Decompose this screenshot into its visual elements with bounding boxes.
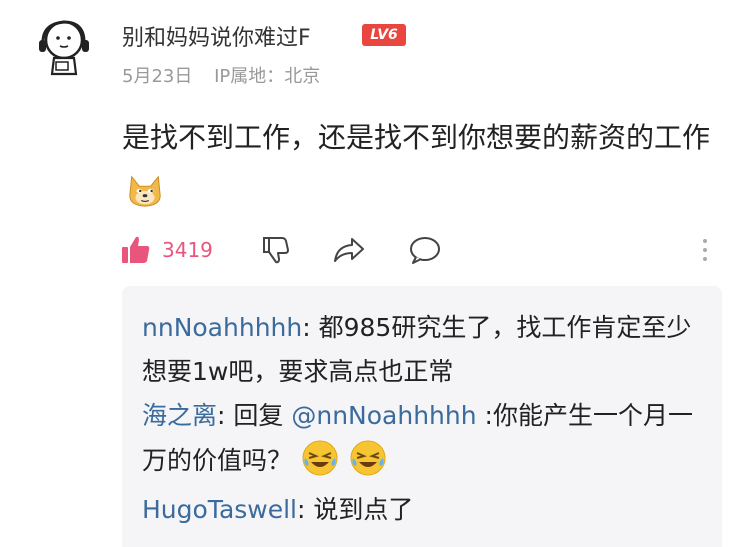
reply-author[interactable]: nnNoahhhhh — [142, 313, 302, 342]
level-badge: LV6 — [362, 24, 406, 46]
more-options-button[interactable] — [700, 230, 710, 270]
reply-prefix: : 回复 — [217, 401, 292, 430]
reply-item[interactable]: nnNoahhhhh: 都985研究生了，找工作肯定至少想要1w吧，要求高点也正… — [142, 306, 702, 394]
laugh-cry-emoji-icon — [302, 440, 338, 476]
reply-author[interactable]: 海之离 — [142, 401, 217, 430]
avatar-cartoon-icon — [39, 20, 89, 76]
thumbs-up-icon — [122, 236, 150, 263]
reply-preview-box[interactable]: nnNoahhhhh: 都985研究生了，找工作肯定至少想要1w吧，要求高点也正… — [122, 286, 722, 547]
post-meta: 5月23日 IP属地：北京 — [122, 62, 336, 88]
post-date: 5月23日 — [122, 66, 193, 87]
reply-item[interactable]: 海之离: 回复 @nnNoahhhhh :你能产生一个月一万的价值吗？ — [142, 394, 702, 483]
reply-item[interactable]: HugoTaswell: 说到点了 — [142, 488, 702, 532]
dislike-button[interactable] — [260, 230, 292, 270]
comment-bubble-icon — [410, 237, 440, 264]
action-bar: 3419 — [120, 230, 720, 270]
reply-author[interactable]: HugoTaswell — [142, 495, 297, 524]
avatar[interactable] — [32, 16, 92, 78]
post-content-text: 是找不到工作，还是找不到你想要的薪资的工作 — [122, 121, 711, 154]
ip-location: IP属地：北京 — [214, 66, 321, 87]
doge-emoji-icon — [129, 175, 161, 207]
share-button[interactable] — [332, 230, 366, 270]
username[interactable]: 别和妈妈说你难过F — [122, 20, 311, 52]
thumbs-down-icon — [263, 237, 289, 264]
like-count: 3419 — [162, 238, 213, 262]
like-button[interactable]: 3419 — [120, 230, 213, 270]
post-content: 是找不到工作，还是找不到你想要的薪资的工作 — [122, 110, 732, 222]
comment-button[interactable] — [408, 230, 442, 270]
more-vertical-icon — [703, 239, 707, 261]
reply-mention[interactable]: @nnNoahhhhh — [291, 401, 476, 430]
laugh-cry-emoji-icon — [350, 440, 386, 476]
share-arrow-icon — [334, 238, 364, 262]
reply-text: : 说到点了 — [297, 495, 414, 524]
